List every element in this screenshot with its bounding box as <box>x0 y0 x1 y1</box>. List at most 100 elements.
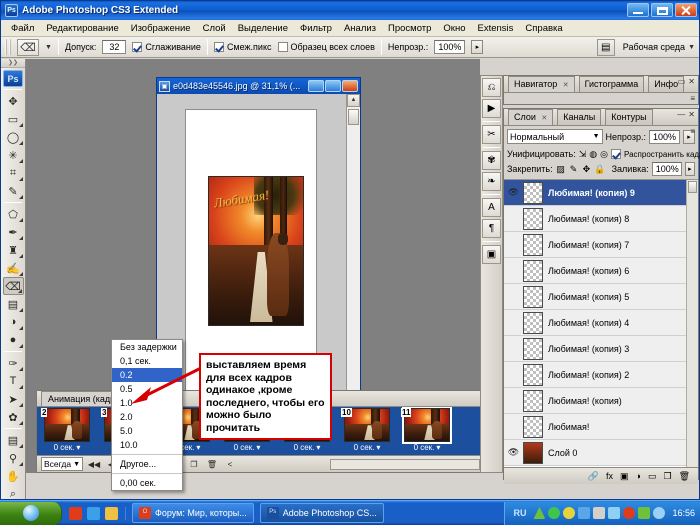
table-row[interactable]: Любимая! (копия) 2 <box>504 362 698 388</box>
table-row[interactable]: 👁 Слой 0 <box>504 440 698 466</box>
menu-item-edit[interactable]: Редактирование <box>40 21 124 36</box>
pen-tool[interactable]: ✑ <box>3 354 24 372</box>
chevron-down-icon[interactable]: ▾ <box>376 443 380 452</box>
lasso-tool[interactable]: ◯ <box>3 128 24 146</box>
delay-option-10-0[interactable]: 10.0 <box>112 438 182 452</box>
tool-preset-chevron-down-icon[interactable]: ▼ <box>45 44 52 51</box>
table-row[interactable]: Любимая! (копия) 4 <box>504 310 698 336</box>
opacity-chevron-icon[interactable]: ▸ <box>471 40 484 54</box>
document-close-button[interactable] <box>342 80 358 92</box>
eyedropper-tool[interactable]: ⚲ <box>3 449 24 467</box>
network-icon[interactable] <box>578 507 591 519</box>
layers-scrollbar[interactable] <box>686 180 698 467</box>
taskbar-clock[interactable]: 16:56 <box>672 508 695 518</box>
fill-chevron-icon[interactable]: ▸ <box>684 162 696 176</box>
menu-item-help[interactable]: Справка <box>519 21 568 36</box>
clone-source-panel-icon[interactable]: ❧ <box>482 172 501 191</box>
select-first-frame-button[interactable]: ◀◀ <box>87 458 101 471</box>
frame-delay[interactable]: 0 сек.▾ <box>399 443 455 452</box>
shield-icon[interactable] <box>533 507 546 519</box>
shape-tool[interactable]: ⬠ <box>3 205 24 223</box>
notes-tool[interactable]: ▤ <box>3 431 24 449</box>
frame-delay[interactable]: 0 сек.▾ <box>219 443 275 452</box>
panel-menu-icon[interactable]: ≡ <box>690 94 695 103</box>
collapse-icon[interactable]: — <box>677 110 685 119</box>
tab-paths[interactable]: Контуры <box>605 109 653 125</box>
start-button[interactable] <box>0 501 62 525</box>
propagate-frame-checkbox[interactable]: Распространить кадр 1 <box>611 149 700 159</box>
loop-options-select[interactable]: Всегда ▼ <box>41 457 83 471</box>
delay-option-0-1[interactable]: 0,1 сек. <box>112 354 182 368</box>
scrollbar-thumb[interactable] <box>688 181 697 193</box>
unify-position-icon[interactable]: ⇲ <box>579 148 587 160</box>
minimize-button[interactable] <box>627 3 649 17</box>
delay-option-0-5[interactable]: 0.5 <box>112 382 182 396</box>
close-icon[interactable]: ✕ <box>563 82 569 89</box>
frame-delay[interactable]: 0 сек.▾ <box>279 443 335 452</box>
chevron-down-icon[interactable]: ▾ <box>436 443 440 452</box>
document-vertical-scrollbar[interactable]: ▲ ▼ <box>346 94 360 424</box>
language-indicator[interactable]: RU <box>513 508 526 518</box>
all-layers-checkbox[interactable]: Образец всех слоев <box>277 42 375 52</box>
document-minimize-button[interactable] <box>308 80 324 92</box>
gradient-tool[interactable]: ▤ <box>3 295 24 313</box>
clock-tray-icon[interactable] <box>653 507 666 519</box>
delay-option-2-0[interactable]: 2.0 <box>112 410 182 424</box>
animation-frame[interactable]: 2 0 сек. ▾ <box>37 407 97 455</box>
menu-item-window[interactable]: Окно <box>437 21 471 36</box>
animation-frame[interactable]: 11 0 сек. ▾ <box>397 407 457 455</box>
crop-tool[interactable]: ⌗ <box>3 164 24 182</box>
clone-stamp-tool[interactable]: ♜ <box>3 241 24 259</box>
toolbox-grip[interactable]: ❯❯ <box>1 59 25 68</box>
lock-transparency-icon[interactable]: ▨ <box>556 163 566 175</box>
close-button[interactable] <box>675 3 697 17</box>
paragraph-panel-icon[interactable]: ¶ <box>482 219 501 238</box>
close-icon[interactable]: ✕ <box>688 110 695 119</box>
eraser-tool[interactable]: ⌫ <box>2 277 24 295</box>
convert-to-timeline-button[interactable]: < <box>223 458 237 471</box>
menu-item-image[interactable]: Изображение <box>125 21 197 36</box>
opera-tray-icon[interactable] <box>623 507 636 519</box>
chevron-down-icon[interactable]: ▾ <box>76 443 80 452</box>
tolerance-input[interactable]: 32 <box>102 40 127 54</box>
hand-tool[interactable]: ✋ <box>3 467 24 485</box>
layer-style-icon[interactable]: fx <box>606 471 613 481</box>
unify-style-icon[interactable]: ◎ <box>600 148 608 160</box>
chevron-down-icon[interactable]: ▾ <box>316 443 320 452</box>
layer-comps-panel-icon[interactable]: ▣ <box>482 245 501 264</box>
lock-all-icon[interactable]: 🔒 <box>594 163 605 175</box>
delete-frame-button[interactable]: 🗑 <box>205 458 219 471</box>
table-row[interactable]: Любимая! (копия) 7 <box>504 232 698 258</box>
frame-delay[interactable]: 0 сек.▾ <box>39 443 95 452</box>
menu-item-select[interactable]: Выделение <box>232 21 294 36</box>
tab-layers[interactable]: Слои ✕ <box>508 109 554 125</box>
tab-navigator[interactable]: Навигатор ✕ <box>508 76 575 92</box>
window-titlebar[interactable]: Ps Adobe Photoshop CS3 Extended <box>1 1 699 20</box>
document-maximize-button[interactable] <box>325 80 341 92</box>
brush-tool[interactable]: ✒ <box>3 223 24 241</box>
antivirus-icon[interactable] <box>548 507 561 519</box>
history-panel-icon[interactable]: ⎌ <box>482 78 501 97</box>
updates-icon[interactable] <box>563 507 576 519</box>
table-row[interactable]: Любимая! (копия) <box>504 388 698 414</box>
unify-visibility-icon[interactable]: ◍ <box>589 148 597 160</box>
history-brush-tool[interactable]: ✍ <box>3 259 24 277</box>
table-row[interactable]: Любимая! (копия) 6 <box>504 258 698 284</box>
printer-icon[interactable] <box>593 507 606 519</box>
ie-icon[interactable] <box>87 506 100 520</box>
collapse-icon[interactable]: ▭ <box>678 77 686 86</box>
bridge-icon[interactable]: ▤ <box>596 38 615 56</box>
document-titlebar[interactable]: ▣ e0d483e45546.jpg @ 31,1% (... <box>157 78 360 94</box>
new-layer-icon[interactable]: ❐ <box>663 471 671 482</box>
contiguous-checkbox[interactable]: Смеж.пикс <box>213 42 272 52</box>
chevron-down-icon[interactable]: ▾ <box>256 443 260 452</box>
delete-layer-icon[interactable]: 🗑 <box>679 471 690 482</box>
scrollbar-thumb[interactable] <box>348 109 359 125</box>
duplicate-frame-button[interactable]: ❐ <box>187 458 201 471</box>
custom-shape-tool[interactable]: ✿ <box>3 408 24 426</box>
menu-item-filter[interactable]: Фильтр <box>294 21 338 36</box>
taskbar-item-photoshop[interactable]: Ps Adobe Photoshop CS... <box>259 503 384 523</box>
volume-icon[interactable] <box>608 507 621 519</box>
delay-option-1-0[interactable]: 1.0 <box>112 396 182 410</box>
table-row[interactable]: Любимая! (копия) 5 <box>504 284 698 310</box>
